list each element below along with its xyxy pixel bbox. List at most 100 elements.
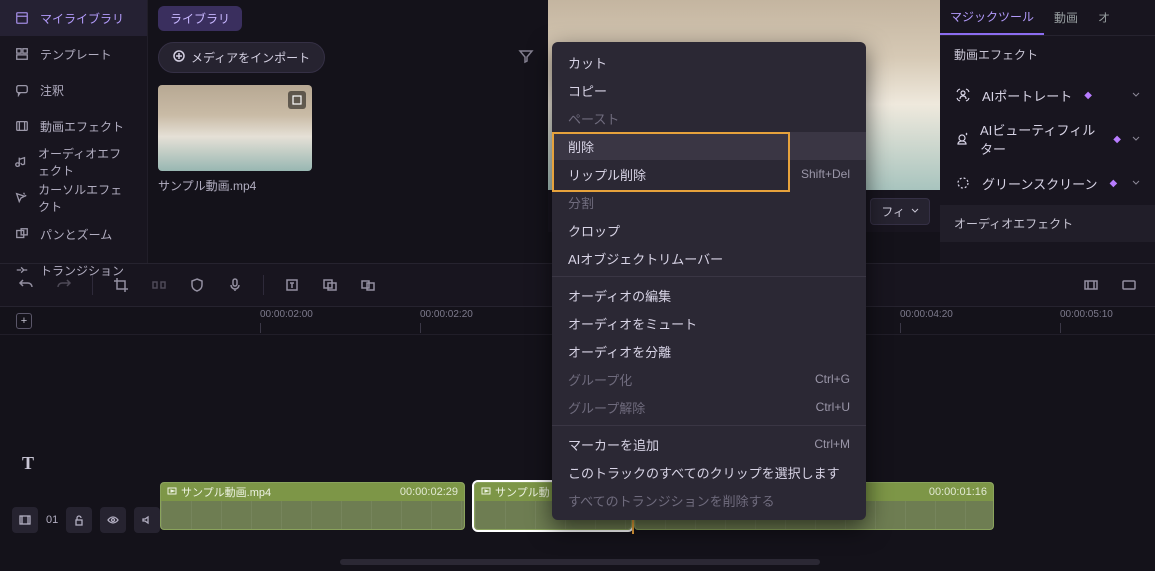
- chevron-down-icon: [1131, 176, 1141, 191]
- annotation-icon: [14, 82, 30, 98]
- pan-zoom-icon: [14, 226, 30, 242]
- sidebar-label: 動画エフェクト: [40, 118, 124, 135]
- separator: [552, 425, 866, 426]
- mic-button[interactable]: [225, 275, 245, 295]
- track-media-icon[interactable]: [12, 507, 38, 533]
- fit-label: フィ: [881, 203, 905, 220]
- ruler-tick: 00:00:04:20: [900, 309, 953, 320]
- ctx-select-all-track-clips[interactable]: このトラックのすべてのクリップを選択します: [552, 458, 866, 486]
- portrait-icon: [954, 86, 972, 104]
- greenscreen-icon: [954, 174, 972, 192]
- sidebar-item-library[interactable]: マイライブラリ: [0, 0, 147, 36]
- ctx-paste: ペースト: [552, 104, 866, 132]
- ctx-delete-all-transitions: すべてのトランジションを削除する: [552, 486, 866, 514]
- chevron-down-icon: [1131, 132, 1141, 147]
- aspect-button[interactable]: [1081, 275, 1101, 295]
- ctx-ai-object-remover[interactable]: AIオブジェクトリムーバー: [552, 244, 866, 272]
- sidebar-item-template[interactable]: テンプレート: [0, 36, 147, 72]
- track-lock-button[interactable]: [66, 507, 92, 533]
- rp-item-label: AIポートレート: [982, 86, 1072, 105]
- ctx-add-marker[interactable]: マーカーを追加Ctrl+M: [552, 430, 866, 458]
- ctx-copy[interactable]: コピー: [552, 76, 866, 104]
- horizontal-scrollbar[interactable]: [340, 559, 820, 565]
- ctx-delete[interactable]: 削除: [552, 132, 866, 160]
- rp-item-aiportrait[interactable]: AIポートレート ◆: [940, 73, 1155, 117]
- video-fx-icon: [14, 118, 30, 134]
- sidebar-item-panzoom[interactable]: パンとズーム: [0, 216, 147, 252]
- ctx-audio-edit[interactable]: オーディオの編集: [552, 281, 866, 309]
- clip-media-icon: [481, 486, 491, 499]
- filter-icon[interactable]: [518, 48, 538, 68]
- overlap-button[interactable]: [358, 275, 378, 295]
- rp-item-aibeauty[interactable]: AIビューティフィルター ◆: [940, 117, 1155, 161]
- track-number: 01: [46, 514, 58, 526]
- text-track-label: T: [12, 447, 44, 479]
- add-track-button[interactable]: +: [16, 313, 32, 329]
- chevron-down-icon: [1131, 88, 1141, 103]
- tab-magictool[interactable]: マジックツール: [940, 0, 1044, 35]
- sidebar-label: カーソルエフェクト: [38, 181, 133, 215]
- clip-name: サンプル動画.mp4: [181, 484, 271, 500]
- right-panel: マジックツール 動画 オ 動画エフェクト AIポートレート ◆ AIビューティフ…: [940, 0, 1155, 263]
- ctx-audio-detach[interactable]: オーディオを分離: [552, 337, 866, 365]
- library-icon: [14, 10, 30, 26]
- settings-button[interactable]: [1119, 275, 1139, 295]
- sidebar-item-annotation[interactable]: 注釈: [0, 72, 147, 108]
- template-icon: [14, 46, 30, 62]
- ctx-cut[interactable]: カット: [552, 48, 866, 76]
- separator: [92, 275, 93, 295]
- undo-button[interactable]: [16, 275, 36, 295]
- sidebar: マイライブラリ テンプレート 注釈 動画エフェクト オーディオエフェクト: [0, 0, 148, 263]
- rp-item-label: グリーンスクリーン: [982, 174, 1097, 193]
- ctx-audio-mute[interactable]: オーディオをミュート: [552, 309, 866, 337]
- cursor-fx-icon: [14, 190, 28, 206]
- rp-section-video-heading: 動画エフェクト: [940, 36, 1155, 73]
- right-tabs: マジックツール 動画 オ: [940, 0, 1155, 36]
- split-button[interactable]: [149, 275, 169, 295]
- sidebar-label: マイライブラリ: [40, 10, 124, 27]
- sidebar-label: テンプレート: [40, 46, 112, 63]
- fit-dropdown[interactable]: フィ: [870, 198, 930, 225]
- sidebar-label: 注釈: [40, 82, 64, 99]
- ctx-crop[interactable]: クロップ: [552, 216, 866, 244]
- expand-icon[interactable]: [288, 91, 306, 109]
- chevron-down-icon: [911, 204, 919, 218]
- track-controls: 01: [12, 507, 160, 533]
- clip-name: サンプル動: [495, 484, 550, 500]
- redo-button[interactable]: [54, 275, 74, 295]
- plus-icon: [173, 50, 185, 65]
- context-menu: カット コピー ペースト 削除 リップル削除Shift+Del 分割 クロップ …: [552, 42, 866, 520]
- library-chip[interactable]: ライブラリ: [158, 6, 242, 31]
- diamond-icon: ◆: [1084, 90, 1092, 101]
- diamond-icon: ◆: [1109, 178, 1117, 189]
- audio-fx-icon: [14, 154, 28, 170]
- shield-button[interactable]: [187, 275, 207, 295]
- tab-other[interactable]: オ: [1088, 0, 1120, 35]
- ruler-tick: 00:00:02:20: [420, 309, 473, 320]
- media-thumbnail[interactable]: [158, 85, 312, 171]
- beauty-icon: [954, 130, 970, 148]
- media-panel: ライブラリ メディアをインポート サンプル動画.mp4: [148, 0, 548, 263]
- ctx-ripple-delete[interactable]: リップル削除Shift+Del: [552, 160, 866, 188]
- rp-section-audio-heading: オーディオエフェクト: [940, 205, 1155, 242]
- diamond-icon: ◆: [1113, 134, 1121, 145]
- rp-item-greenscreen[interactable]: グリーンスクリーン ◆: [940, 161, 1155, 205]
- layers-button[interactable]: [320, 275, 340, 295]
- crop-button[interactable]: [111, 275, 131, 295]
- tab-video[interactable]: 動画: [1044, 0, 1088, 35]
- sidebar-label: パンとズーム: [40, 226, 112, 243]
- text-button[interactable]: [282, 275, 302, 295]
- clip-duration: 00:00:02:29: [400, 486, 458, 498]
- rp-item-label: AIビューティフィルター: [980, 120, 1101, 158]
- track-mute-button[interactable]: [134, 507, 160, 533]
- separator: [552, 276, 866, 277]
- import-label: メディアをインポート: [191, 49, 310, 66]
- sidebar-item-cursorfx[interactable]: カーソルエフェクト: [0, 180, 147, 216]
- sidebar-item-audiofx[interactable]: オーディオエフェクト: [0, 144, 147, 180]
- ctx-ungroup: グループ解除Ctrl+U: [552, 393, 866, 421]
- sidebar-item-videofx[interactable]: 動画エフェクト: [0, 108, 147, 144]
- import-media-button[interactable]: メディアをインポート: [158, 42, 325, 73]
- ruler-tick: 00:00:02:00: [260, 309, 313, 320]
- video-clip[interactable]: サンプル動画.mp4 00:00:02:29: [160, 482, 465, 530]
- track-visible-button[interactable]: [100, 507, 126, 533]
